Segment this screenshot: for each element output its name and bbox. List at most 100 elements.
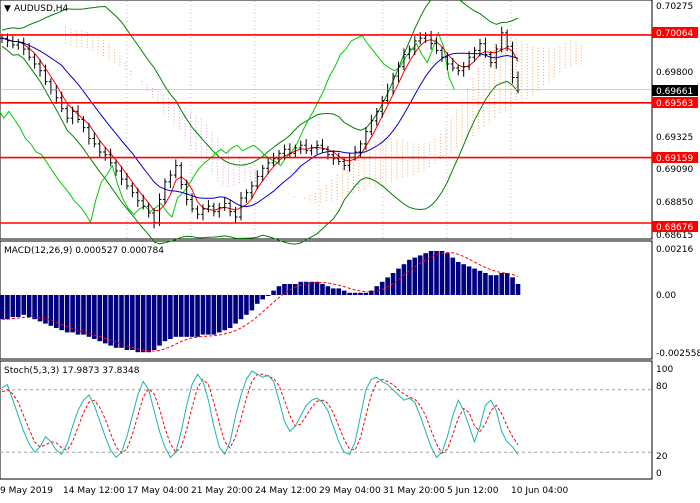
macd-bar [233, 295, 238, 324]
level-tag: 0.70064 [656, 29, 693, 39]
price-tick: 0.70275 [656, 2, 693, 12]
macd-bar [81, 295, 86, 335]
stoch-axis: 100 80 20 0 [656, 365, 673, 479]
macd-bar [189, 295, 195, 337]
macd-bar [369, 290, 374, 295]
macd-title: MACD(12,26,9) 0.000527 0.000784 [4, 246, 164, 256]
chart-canvas[interactable]: ▼ AUDUSD,H4 MACD(12,26,9) 0.000527 0.000… [0, 0, 700, 500]
macd-bar [504, 273, 510, 295]
symbol-title: AUDUSD,H4 [14, 4, 69, 14]
time-tick: 29 May 04:00 [319, 486, 381, 496]
macd-bar [260, 295, 266, 300]
macd-bar [293, 284, 298, 295]
macd-bar [466, 266, 472, 295]
macd-bar [423, 253, 428, 295]
macd-bar [238, 295, 244, 320]
macd-bar [86, 295, 92, 337]
macd-bar [178, 295, 184, 337]
macd-bar [461, 264, 466, 295]
macd-bar [102, 295, 108, 344]
macd-bar [488, 275, 494, 295]
time-tick: 17 May 04:00 [127, 486, 189, 496]
macd-bar [222, 295, 227, 331]
macd-bar [254, 295, 260, 304]
time-tick: 9 May 2019 [0, 486, 53, 496]
macd-bar [271, 290, 276, 295]
macd-bar [331, 288, 336, 295]
price-tick: 0.69090 [656, 165, 693, 175]
macd-bar [417, 255, 423, 295]
macd-tick: 0.00216 [656, 245, 693, 255]
price-tick: 0.68850 [656, 198, 693, 208]
macd-bar [249, 295, 255, 311]
macd-bar [5, 295, 10, 320]
macd-bar [206, 295, 211, 335]
macd-bar [347, 292, 352, 295]
macd-bar [10, 295, 16, 317]
macd-bar [282, 284, 287, 295]
macd-bar [352, 292, 358, 295]
macd-bar [135, 295, 141, 353]
time-tick: 21 May 20:00 [191, 486, 253, 496]
macd-bar [130, 295, 135, 350]
macd-bar [477, 270, 483, 295]
macd-bar [195, 295, 200, 337]
macd-bar [510, 277, 515, 295]
macd-bar [385, 277, 390, 295]
macd-bar [113, 295, 119, 348]
macd-bar [341, 290, 347, 295]
macd-bar [309, 281, 314, 295]
macd-bar [119, 295, 124, 348]
macd-bar [265, 295, 271, 296]
level-tag: 0.68676 [656, 223, 693, 233]
macd-bar [97, 295, 103, 342]
macd-bar [325, 286, 331, 295]
stoch-panel[interactable] [0, 360, 653, 480]
current-price-tag: 0.69661 [656, 87, 693, 97]
macd-bar [32, 295, 37, 320]
macd-bar [151, 295, 157, 350]
macd-bar [439, 251, 445, 295]
macd-bar [70, 295, 75, 333]
macd-bar [336, 288, 342, 295]
macd-bar [455, 262, 461, 295]
stoch-title: Stoch(5,3,3) 17.9873 37.8348 [4, 366, 140, 376]
time-tick: 5 Jun 12:00 [447, 486, 499, 496]
macd-bar [434, 251, 439, 295]
macd-bar [396, 268, 401, 295]
price-tick: 0.69325 [656, 133, 693, 143]
macd-bar [157, 295, 162, 346]
price-panel[interactable] [0, 0, 653, 240]
chart-window[interactable]: ▼ AUDUSD,H4 MACD(12,26,9) 0.000527 0.000… [0, 0, 700, 500]
time-tick: 24 May 12:00 [255, 486, 317, 496]
macd-bar [15, 295, 21, 317]
macd-bar [298, 281, 304, 295]
macd-bar [168, 295, 173, 339]
macd-bar [244, 295, 249, 315]
macd-bar [200, 295, 206, 335]
macd-bar [363, 292, 369, 295]
time-tick: 14 May 12:00 [63, 486, 125, 496]
macd-bar [483, 273, 488, 295]
macd-bar [320, 284, 325, 295]
macd-bar [450, 257, 456, 295]
menu-arrow-icon[interactable]: ▼ [4, 4, 11, 14]
time-axis: 9 May 2019 14 May 12:00 17 May 04:00 21 … [0, 486, 568, 496]
stoch-tick: 100 [656, 365, 673, 375]
macd-tick: 0.00 [656, 291, 676, 301]
macd-bar [0, 295, 5, 320]
macd-bar [173, 295, 179, 337]
macd-bar [445, 253, 450, 295]
macd-bar [227, 295, 233, 328]
macd-bar [401, 264, 407, 295]
macd-axis: 0.00216 0.00 -0.002558 [656, 245, 700, 359]
macd-bar [92, 295, 97, 339]
macd-bar [472, 268, 477, 295]
macd-tick: -0.002558 [656, 349, 700, 359]
macd-bar [407, 259, 412, 295]
macd-bar [108, 295, 113, 346]
macd-bar [515, 284, 521, 295]
macd-bar [75, 295, 81, 335]
macd-bar [358, 292, 363, 295]
stoch-tick: 80 [656, 382, 668, 392]
